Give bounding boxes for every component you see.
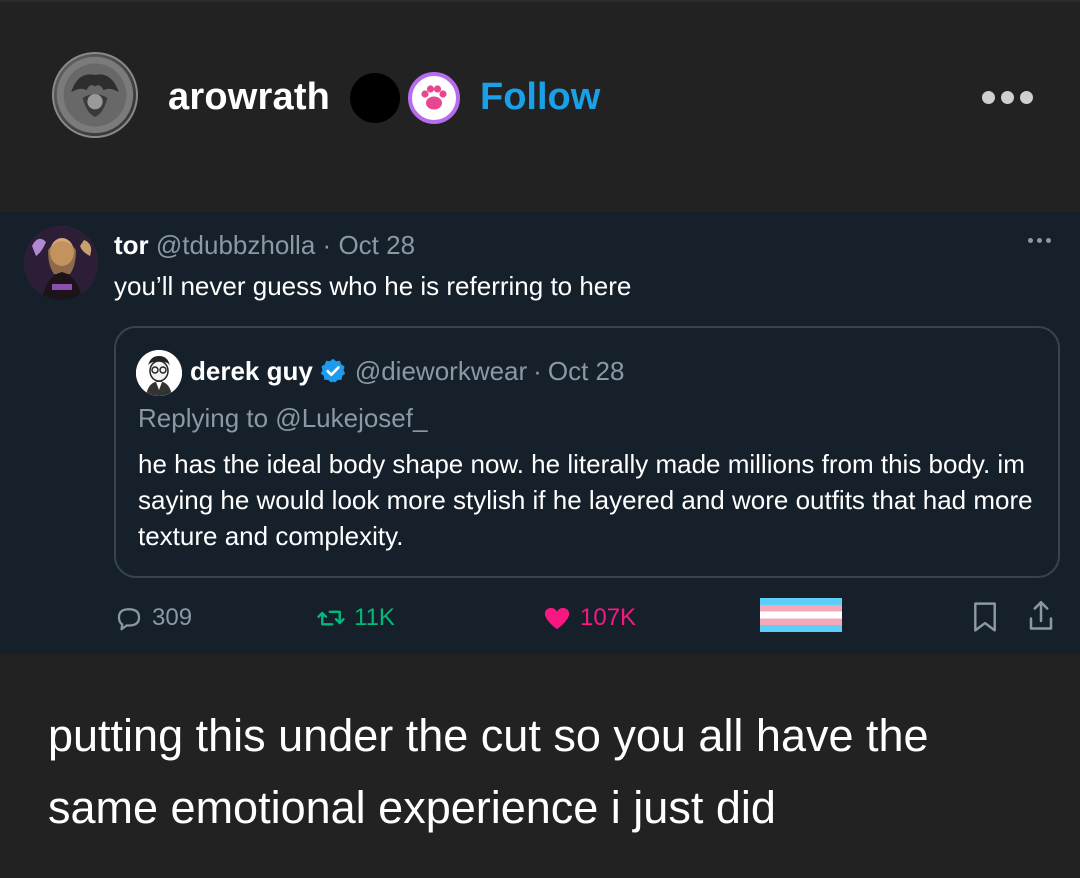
quoted-author-handle: @dieworkwear <box>354 356 528 386</box>
quoted-separator: · <box>533 356 542 386</box>
verified-badge-icon <box>320 358 346 383</box>
retweet-count: 11K <box>354 604 395 631</box>
quoted-author-name: derek guy <box>190 356 313 386</box>
black-circle-badge-icon <box>350 73 400 123</box>
reply-icon <box>117 608 141 631</box>
trans-flag-icon <box>760 598 842 632</box>
post-header: arowrath Follow <box>0 0 1080 210</box>
quoted-header: derek guy @dieworkwear · Oct 28 <box>190 356 624 386</box>
blog-avatar[interactable] <box>52 52 138 138</box>
tweet-actions-bar: 309 11K 107K <box>0 598 1080 642</box>
tweet-date: Oct 28 <box>338 230 416 260</box>
blog-name[interactable]: arowrath <box>168 74 330 120</box>
quoted-tweet: derek guy @dieworkwear · Oct 28 Replying… <box>114 326 1060 578</box>
quoted-tweet-text: he has the ideal body shape now. he lite… <box>138 449 1033 551</box>
retweet-action: 11K <box>316 598 395 638</box>
heart-icon <box>544 607 570 630</box>
replying-to-text: Replying to @Lukejosef_ <box>138 403 428 433</box>
reply-count: 309 <box>152 604 193 631</box>
share-icon <box>1029 601 1053 630</box>
tweet-author-name: tor <box>114 230 149 260</box>
post-caption: putting this under the cut so you all ha… <box>48 710 929 833</box>
quoted-date: Oct 28 <box>547 356 625 386</box>
retweet-icon <box>317 610 345 626</box>
bookmark-icon <box>974 602 996 632</box>
reply-action: 309 <box>114 598 192 638</box>
post-more-options-icon[interactable] <box>982 82 1038 112</box>
paw-badge-icon[interactable] <box>408 72 460 124</box>
tweet-more-icon <box>1028 238 1051 243</box>
dragon-emblem-icon <box>56 56 134 134</box>
tweet-header: tor @tdubbzholla · Oct 28 <box>114 230 415 260</box>
tweet-author-avatar <box>24 226 98 300</box>
like-action: 107K <box>542 598 636 638</box>
like-count: 107K <box>580 604 637 631</box>
tweet-separator: · <box>322 230 332 260</box>
tweet-author-handle: @tdubbzholla <box>155 230 316 260</box>
embedded-tweet-screenshot: tor @tdubbzholla · Oct 28 you’ll never g… <box>0 212 1080 654</box>
follow-button[interactable]: Follow <box>480 74 600 120</box>
quoted-author-avatar <box>136 350 182 396</box>
tweet-text: you’ll never guess who he is referring t… <box>114 271 632 301</box>
